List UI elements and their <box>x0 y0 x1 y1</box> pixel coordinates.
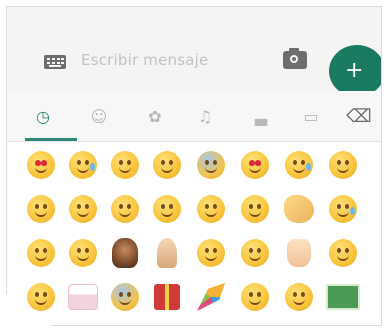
tab-smileys[interactable]: ☺ <box>73 91 125 141</box>
camera-icon[interactable] <box>283 48 307 69</box>
emoji-kissing-heart-face[interactable] <box>21 145 61 185</box>
emoji-pensive-face[interactable] <box>235 233 275 273</box>
emoji-birthday-cake[interactable] <box>63 277 103 317</box>
tab-recent[interactable]: ◷ <box>17 91 77 141</box>
emoji-heart-eyes-face[interactable] <box>235 145 275 185</box>
emoji-crying-face[interactable] <box>323 189 363 229</box>
emoji-grinning-sweat-face[interactable] <box>63 145 103 185</box>
emoji-sleepy-face[interactable] <box>21 277 61 317</box>
emoji-weary-face[interactable] <box>105 189 145 229</box>
smiley-icon: ☺ <box>90 106 108 126</box>
emoji-smiling-face[interactable] <box>147 145 187 185</box>
message-input-bar: Escribir mensaje <box>7 7 381 91</box>
emoji-category-tabs: ◷ ☺ ✿ ♫ ▃ ▭ ⌫ <box>7 91 381 142</box>
emoji-surprised-face[interactable] <box>191 189 231 229</box>
keyboard-icon[interactable] <box>44 55 66 69</box>
emoji-laughing-face[interactable] <box>191 233 231 273</box>
emoji-sweat-face[interactable] <box>279 145 319 185</box>
flower-icon: ✿ <box>148 106 162 126</box>
send-button[interactable]: + <box>329 45 381 97</box>
emoji-thumbs-down[interactable] <box>279 233 319 273</box>
emoji-smiling-face-2[interactable] <box>279 277 319 317</box>
emoji-persevering-face[interactable] <box>323 233 363 273</box>
emoji-flushed-face[interactable] <box>147 189 187 229</box>
tab-nature[interactable]: ✿ <box>129 91 181 141</box>
emoji-winking-tongue-face[interactable] <box>21 189 61 229</box>
tab-places[interactable]: ▃ <box>235 91 287 141</box>
symbols-icon: ▭ <box>303 106 319 126</box>
emoji-folded-hands[interactable] <box>147 233 187 273</box>
emoji-clapping-hands[interactable] <box>279 189 319 229</box>
bell-icon: ♫ <box>197 106 213 126</box>
emoji-grimacing-face[interactable] <box>323 145 363 185</box>
tab-objects[interactable]: ♫ <box>179 91 231 141</box>
tab-symbols[interactable]: ▭ <box>285 91 337 141</box>
emoji-neutral-face[interactable] <box>235 189 275 229</box>
emoji-confounded-face[interactable] <box>105 145 145 185</box>
emoji-astonished-face[interactable] <box>105 277 145 317</box>
clock-icon: ◷ <box>36 106 50 126</box>
emoji-keyboard-card: Escribir mensaje + ◷ ☺ ✿ ♫ ▃ ▭ ⌫ <box>6 6 382 326</box>
emoji-screaming-fear-face[interactable] <box>191 145 231 185</box>
emoji-tired-face[interactable] <box>235 277 275 317</box>
emoji-tongue-face[interactable] <box>63 233 103 273</box>
backspace-icon: ⌫ <box>346 105 372 127</box>
emoji-grid <box>21 141 381 325</box>
emoji-money-bill[interactable] <box>323 277 363 317</box>
emoji-wrapped-gift[interactable] <box>147 277 187 317</box>
car-icon: ▃ <box>254 106 268 126</box>
emoji-party-popper[interactable] <box>191 277 231 317</box>
backspace-button[interactable]: ⌫ <box>333 91 381 141</box>
message-input[interactable]: Escribir mensaje <box>81 51 208 69</box>
emoji-woman-tipping-hand[interactable] <box>105 233 145 273</box>
emoji-grinning-face[interactable] <box>21 233 61 273</box>
emoji-relieved-face[interactable] <box>63 189 103 229</box>
